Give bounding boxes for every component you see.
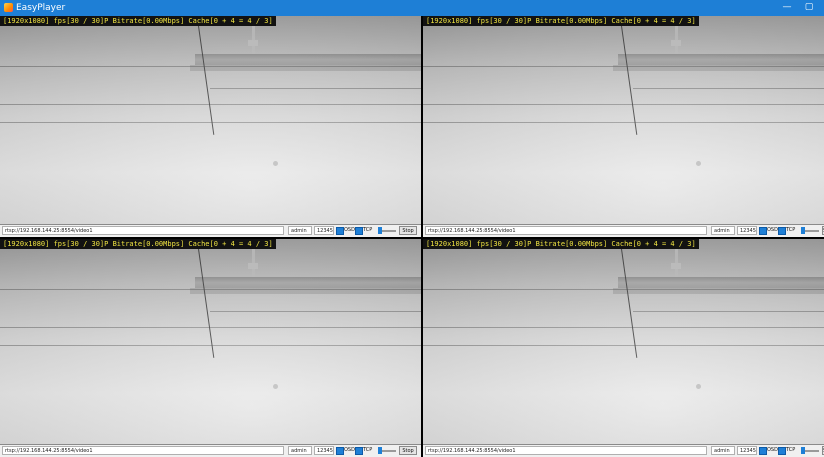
osd-checkbox[interactable] [759, 447, 767, 455]
osd-checkbox-label: OSD [344, 447, 355, 453]
video-surface[interactable]: [1920x1080] fps[30 / 30]P Bitrate[0.00Mb… [0, 16, 421, 225]
video-surface[interactable]: [1920x1080] fps[30 / 30]P Bitrate[0.00Mb… [423, 239, 824, 445]
video-surface[interactable]: [1920x1080] fps[30 / 30]P Bitrate[0.00Mb… [423, 16, 824, 225]
pane-control-bar: rtsp://192.168.144.25:8554/video1 admin … [423, 224, 824, 237]
password-input[interactable]: 12345 [314, 446, 334, 455]
username-input[interactable]: admin [711, 226, 735, 235]
lighting-overlay [423, 239, 824, 445]
osd-checkbox-label: OSD [767, 227, 778, 233]
lighting-overlay [0, 239, 421, 445]
video-pane-3: [1920x1080] fps[30 / 30]P Bitrate[0.00Mb… [0, 239, 421, 457]
username-input[interactable]: admin [288, 446, 312, 455]
osd-info-text: [1920x1080] fps[30 / 30]P Bitrate[0.00Mb… [0, 239, 276, 249]
username-input[interactable]: admin [288, 226, 312, 235]
password-input[interactable]: 12345 [314, 226, 334, 235]
tcp-checkbox[interactable] [355, 447, 363, 455]
osd-checkbox-label: OSD [767, 447, 778, 453]
stop-button[interactable]: Stop [399, 226, 417, 235]
tcp-checkbox[interactable] [778, 447, 786, 455]
maximize-button[interactable]: ▢ [798, 0, 820, 16]
video-pane-1: [1920x1080] fps[30 / 30]P Bitrate[0.00Mb… [0, 16, 421, 237]
lighting-overlay [0, 16, 421, 225]
stream-url-input[interactable]: rtsp://192.168.144.25:8554/video1 [425, 446, 707, 455]
cache-slider-thumb[interactable] [801, 447, 805, 454]
minimize-button[interactable]: — [776, 0, 798, 16]
stream-url-input[interactable]: rtsp://192.168.144.25:8554/video1 [425, 226, 707, 235]
osd-info-text: [1920x1080] fps[30 / 30]P Bitrate[0.00Mb… [423, 239, 699, 249]
stream-url-input[interactable]: rtsp://192.168.144.25:8554/video1 [2, 226, 284, 235]
video-surface[interactable]: [1920x1080] fps[30 / 30]P Bitrate[0.00Mb… [0, 239, 421, 445]
osd-checkbox[interactable] [759, 227, 767, 235]
pane-control-bar: rtsp://192.168.144.25:8554/video1 admin … [0, 224, 421, 237]
password-input[interactable]: 12345 [737, 226, 757, 235]
osd-info-text: [1920x1080] fps[30 / 30]P Bitrate[0.00Mb… [423, 16, 699, 26]
username-input[interactable]: admin [711, 446, 735, 455]
app-logo-icon [4, 3, 13, 12]
cache-slider-thumb[interactable] [378, 447, 382, 454]
window-title: EasyPlayer [16, 3, 66, 13]
password-input[interactable]: 12345 [737, 446, 757, 455]
tcp-checkbox-label: TCP [363, 447, 373, 453]
pane-control-bar: rtsp://192.168.144.25:8554/video1 admin … [0, 444, 421, 457]
video-pane-2: [1920x1080] fps[30 / 30]P Bitrate[0.00Mb… [423, 16, 824, 237]
osd-checkbox[interactable] [336, 227, 344, 235]
tcp-checkbox[interactable] [778, 227, 786, 235]
video-grid: [1920x1080] fps[30 / 30]P Bitrate[0.00Mb… [0, 16, 824, 457]
osd-checkbox[interactable] [336, 447, 344, 455]
cache-slider-thumb[interactable] [801, 227, 805, 234]
pane-control-bar: rtsp://192.168.144.25:8554/video1 admin … [423, 444, 824, 457]
tcp-checkbox-label: TCP [786, 447, 796, 453]
tcp-checkbox-label: TCP [786, 227, 796, 233]
tcp-checkbox[interactable] [355, 227, 363, 235]
video-pane-4: [1920x1080] fps[30 / 30]P Bitrate[0.00Mb… [423, 239, 824, 457]
osd-checkbox-label: OSD [344, 227, 355, 233]
lighting-overlay [423, 16, 824, 225]
tcp-checkbox-label: TCP [363, 227, 373, 233]
stream-url-input[interactable]: rtsp://192.168.144.25:8554/video1 [2, 446, 284, 455]
cache-slider-thumb[interactable] [378, 227, 382, 234]
stop-button[interactable]: Stop [399, 446, 417, 455]
title-bar: EasyPlayer — ▢ [0, 0, 824, 16]
osd-info-text: [1920x1080] fps[30 / 30]P Bitrate[0.00Mb… [0, 16, 276, 26]
